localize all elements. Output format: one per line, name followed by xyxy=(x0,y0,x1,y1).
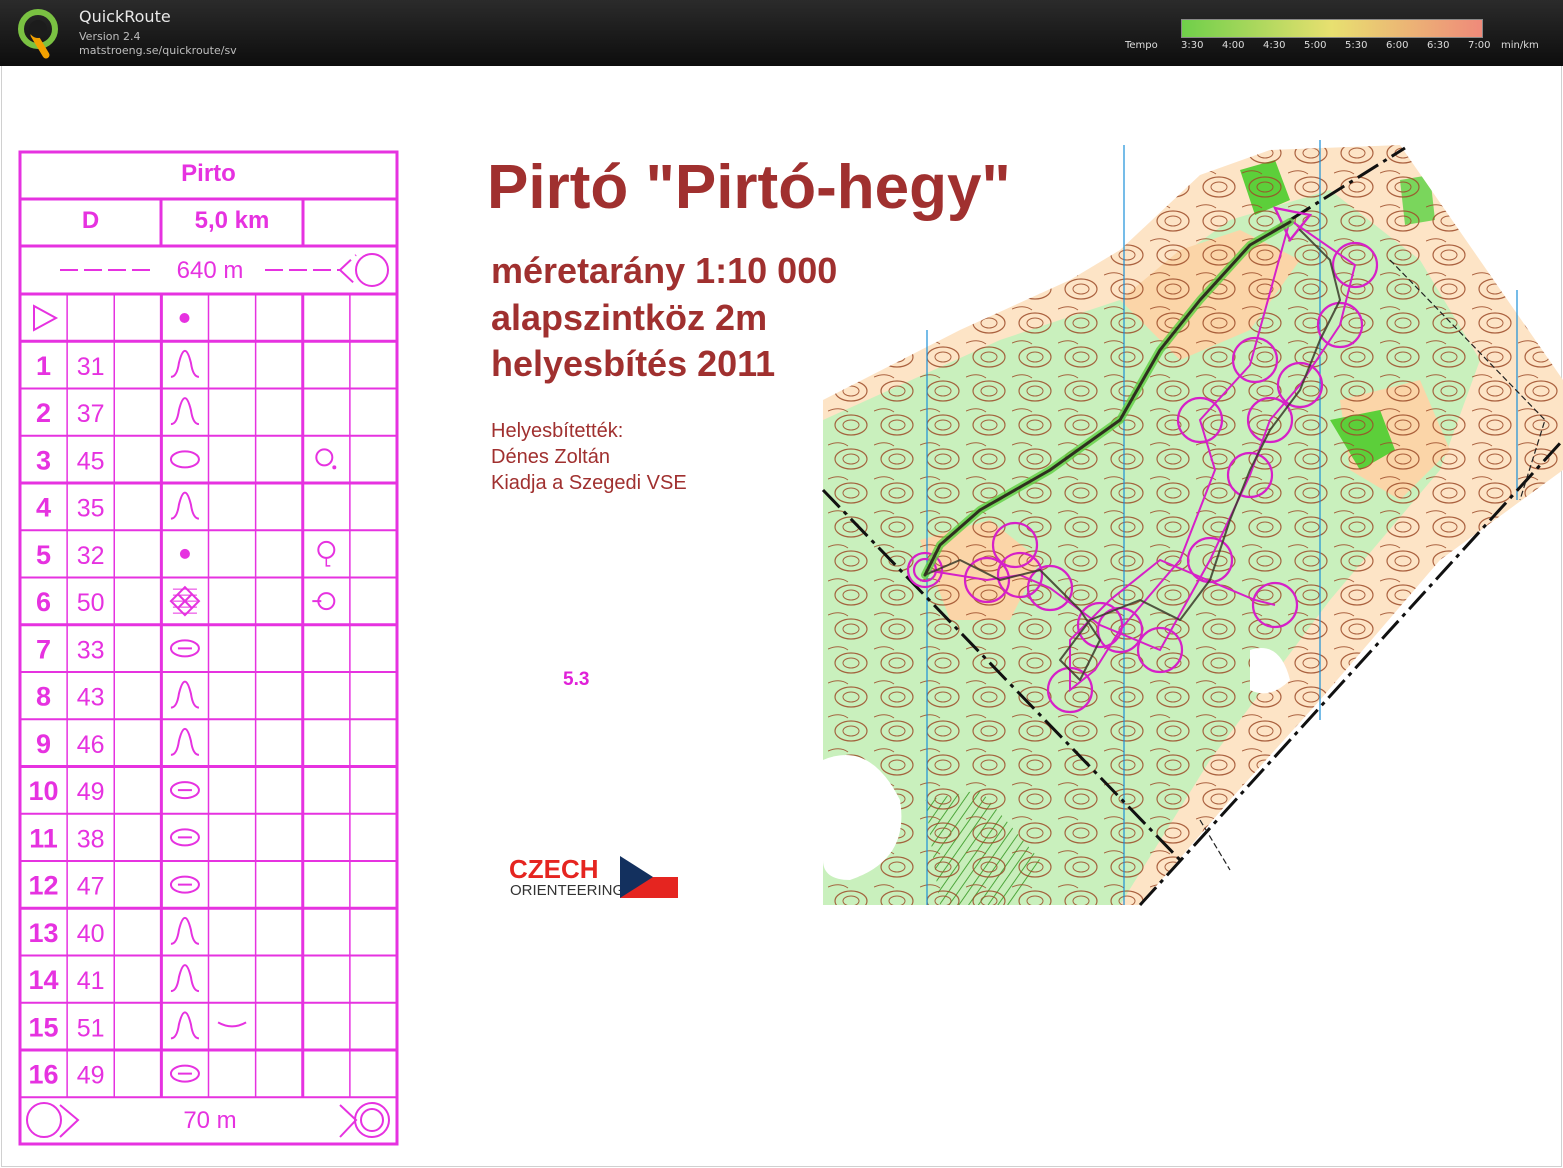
control-number: 3 xyxy=(36,445,51,475)
control-code: 32 xyxy=(77,542,105,570)
course-class: D xyxy=(81,207,100,234)
control-number: 4 xyxy=(36,493,51,523)
sponsor-logo-subtitle: ORIENTEERING xyxy=(510,882,625,899)
control-number: 11 xyxy=(29,823,58,853)
control-code: 43 xyxy=(77,684,105,712)
start-tape-length: 640 m xyxy=(176,257,244,284)
control-code: 49 xyxy=(77,1062,105,1090)
control-number: 9 xyxy=(36,729,51,759)
czech-flag-icon xyxy=(620,856,678,898)
control-code: 38 xyxy=(77,825,105,853)
control-number: 1 xyxy=(36,351,51,381)
map-revision: helyesbítés 2011 xyxy=(491,343,776,384)
control-number: 8 xyxy=(36,682,51,712)
finish-tape-length: 70 m xyxy=(183,1107,237,1134)
control-code: 47 xyxy=(77,873,105,901)
map-title: Pirtó "Pirtó-hegy" xyxy=(487,153,1011,222)
control-code: 41 xyxy=(77,967,105,995)
split-labels: 5.3 xyxy=(563,669,590,690)
map-contour-interval: alapszintköz 2m xyxy=(491,297,768,338)
control-number: 13 xyxy=(29,918,59,948)
control-number: 16 xyxy=(29,1060,59,1090)
control-code: 33 xyxy=(77,636,105,664)
control-code: 50 xyxy=(77,589,105,617)
control-code: 49 xyxy=(77,778,105,806)
credits-heading: Helyesbítették: xyxy=(491,420,624,442)
control-code: 37 xyxy=(77,400,105,428)
credits-name: Dénes Zoltán xyxy=(491,446,610,468)
control-number: 2 xyxy=(36,398,51,428)
course-name: Pirto xyxy=(181,160,236,187)
control-code: 51 xyxy=(77,1014,105,1042)
control-code: 31 xyxy=(77,353,105,381)
control-number: 5 xyxy=(36,540,51,570)
control-number: 15 xyxy=(29,1012,59,1042)
course-length: 5,0 km xyxy=(194,207,270,234)
control-number: 10 xyxy=(29,776,59,806)
control-code: 46 xyxy=(77,731,105,759)
control-number: 14 xyxy=(29,965,59,995)
control-code: 40 xyxy=(77,920,105,948)
sponsor-logo-word: CZECH xyxy=(509,854,599,884)
control-number: 6 xyxy=(36,587,51,617)
control-number: 7 xyxy=(36,634,51,664)
control-code: 35 xyxy=(77,495,105,523)
control-code: 45 xyxy=(77,447,105,475)
map-scale: méretarány 1:10 000 xyxy=(491,250,838,291)
control-number: 12 xyxy=(29,871,59,901)
map-publisher: Kiadja a Szegedi VSE xyxy=(491,472,687,494)
